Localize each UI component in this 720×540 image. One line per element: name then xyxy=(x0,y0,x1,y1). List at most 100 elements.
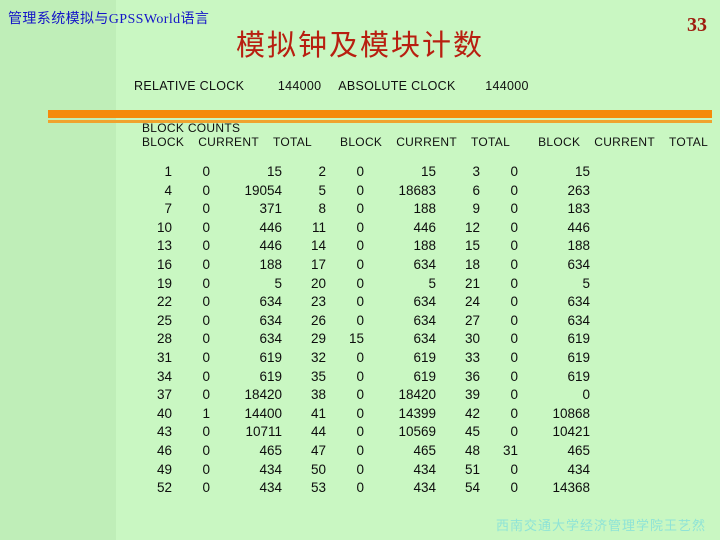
table-row: 42 0 10868 xyxy=(448,405,590,424)
cell-block: 18 xyxy=(464,256,480,272)
cell-block: 30 xyxy=(464,331,480,347)
table-row: 53 0 434 xyxy=(294,479,436,498)
cell-current: 0 xyxy=(202,387,210,403)
cell-total: 0 xyxy=(582,387,590,403)
cell-current: 0 xyxy=(202,349,210,365)
cell-total: 634 xyxy=(259,294,282,310)
table-row: 44 0 10569 xyxy=(294,423,436,442)
column-header-current: CURRENT xyxy=(396,135,457,149)
cell-current: 0 xyxy=(356,238,364,254)
cell-total: 371 xyxy=(259,201,282,217)
cell-current: 0 xyxy=(356,182,364,198)
table-row: 28 0 634 xyxy=(140,330,282,349)
cell-block: 4 xyxy=(164,182,172,198)
table-row: 52 0 434 xyxy=(140,479,282,498)
cell-total: 634 xyxy=(413,256,436,272)
cell-current: 0 xyxy=(202,312,210,328)
relative-clock-value: 144000 xyxy=(277,79,322,93)
cell-total: 188 xyxy=(413,201,436,217)
cell-block: 43 xyxy=(156,424,172,440)
cell-total: 634 xyxy=(259,312,282,328)
cell-current: 0 xyxy=(510,461,518,477)
cell-block: 9 xyxy=(472,201,480,217)
cell-total: 634 xyxy=(413,331,436,347)
table-row: 19 0 5 xyxy=(140,275,282,294)
cell-block: 42 xyxy=(464,405,480,421)
cell-block: 11 xyxy=(311,219,326,235)
page-title: 模拟钟及模块计数 xyxy=(235,30,484,62)
cell-total: 10421 xyxy=(552,424,590,440)
cell-current: 0 xyxy=(510,424,518,440)
cell-total: 5 xyxy=(274,275,282,291)
cell-total: 619 xyxy=(259,349,282,365)
cell-current: 0 xyxy=(356,442,364,458)
table-row: 18 0 634 xyxy=(448,256,590,275)
table-row: 34 0 619 xyxy=(140,368,282,387)
cell-block: 38 xyxy=(310,387,326,403)
table-row: 4 0 19054 xyxy=(140,182,282,201)
absolute-clock-value: 144000 xyxy=(485,79,529,93)
cell-current: 0 xyxy=(202,275,210,291)
cell-block: 31 xyxy=(156,349,172,365)
cell-total: 434 xyxy=(567,461,590,477)
cell-total: 434 xyxy=(413,480,436,496)
cell-current: 0 xyxy=(356,349,364,365)
cell-current: 0 xyxy=(510,219,518,235)
block-counts-section-label: BLOCK COUNTS xyxy=(142,121,241,135)
cell-current: 0 xyxy=(356,368,364,384)
cell-total: 18420 xyxy=(398,387,436,403)
cell-block: 41 xyxy=(310,405,326,421)
cell-block: 29 xyxy=(310,331,326,347)
cell-block: 28 xyxy=(156,331,172,347)
table-row: 36 0 619 xyxy=(448,368,590,387)
table-row: 31 0 619 xyxy=(140,349,282,368)
cell-block: 8 xyxy=(318,201,326,217)
cell-block: 35 xyxy=(310,368,326,384)
block-counts-column-headers: BLOCK CURRENT TOTAL BLOCK CURRENT TOTAL BLOCK C… xyxy=(142,135,720,149)
cell-block: 17 xyxy=(310,256,326,272)
table-row: 45 0 10421 xyxy=(448,423,590,442)
cell-block: 23 xyxy=(310,294,326,310)
cell-block: 48 xyxy=(464,442,480,458)
block-counts-table: 2 0 15 5 0 18683 8 0 188 11 0 446 14 0 188 17 0 634 20 0 5 23… xyxy=(294,163,436,498)
cell-block: 54 xyxy=(464,480,480,496)
cell-total: 446 xyxy=(567,219,590,235)
cell-total: 634 xyxy=(413,294,436,310)
cell-block: 25 xyxy=(156,312,172,328)
cell-total: 15 xyxy=(420,164,436,179)
table-row: 9 0 183 xyxy=(448,200,590,219)
cell-total: 188 xyxy=(259,256,282,272)
table-row: 41 0 14399 xyxy=(294,405,436,424)
cell-block: 21 xyxy=(464,275,480,291)
cell-current: 0 xyxy=(510,349,518,365)
cell-total: 465 xyxy=(567,442,590,458)
cell-total: 5 xyxy=(582,275,590,291)
cell-total: 434 xyxy=(413,461,436,477)
cell-total: 14399 xyxy=(398,405,436,421)
cell-current: 0 xyxy=(510,238,518,254)
cell-total: 634 xyxy=(259,331,282,347)
cell-block: 33 xyxy=(464,349,480,365)
cell-block: 22 xyxy=(156,294,172,310)
cell-block: 27 xyxy=(464,312,480,328)
table-row: 1 0 15 xyxy=(140,163,282,182)
column-header-block: BLOCK xyxy=(142,135,185,149)
cell-total: 619 xyxy=(259,368,282,384)
table-row: 30 0 619 xyxy=(448,330,590,349)
cell-current: 0 xyxy=(202,294,210,310)
table-row: 13 0 446 xyxy=(140,237,282,256)
cell-total: 634 xyxy=(567,312,590,328)
cell-block: 40 xyxy=(156,405,172,421)
cell-current: 0 xyxy=(356,405,364,421)
cell-total: 10569 xyxy=(398,424,436,440)
table-row: 33 0 619 xyxy=(448,349,590,368)
block-counts-column-group: 2 0 15 5 0 18683 8 0 188 11 0 446 14 0 188 17 0 634 20 0 5 23… xyxy=(294,163,436,498)
column-header-total: TOTAL xyxy=(272,135,313,149)
cell-current: 0 xyxy=(510,182,518,198)
block-counts-grid: 1 0 15 4 0 19054 7 0 371 10 0 446 13 0 446 16 0 188 19 0 5 22… xyxy=(140,163,590,498)
cell-current: 0 xyxy=(356,294,364,310)
cell-current: 0 xyxy=(202,461,210,477)
table-row: 7 0 371 xyxy=(140,200,282,219)
table-row: 16 0 188 xyxy=(140,256,282,275)
table-row: 50 0 434 xyxy=(294,461,436,480)
